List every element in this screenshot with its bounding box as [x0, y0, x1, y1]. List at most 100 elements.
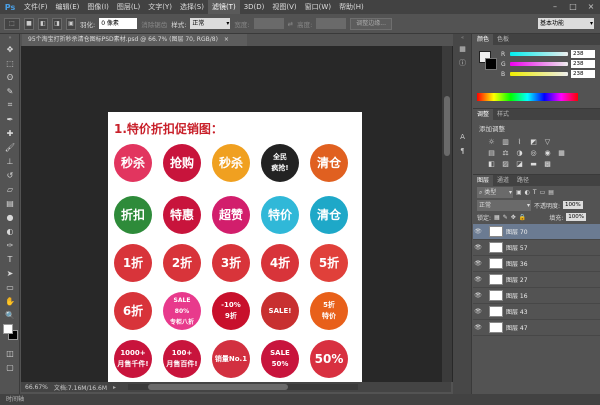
tab-adjustments[interactable]: 调整: [473, 109, 494, 120]
move-tool-icon[interactable]: ✥: [0, 42, 20, 56]
color-lookup-icon[interactable]: ▦: [557, 149, 566, 157]
threshold-icon[interactable]: ◪: [515, 160, 524, 168]
tab-paths[interactable]: 路径: [513, 175, 533, 186]
properties-panel-icon[interactable]: ⓘ: [453, 56, 472, 70]
hue-saturation-icon[interactable]: ▤: [487, 149, 496, 157]
shape-tool-icon[interactable]: ▭: [0, 280, 20, 294]
selective-color-icon[interactable]: ▩: [543, 160, 552, 168]
visibility-eye-icon[interactable]: 👁: [473, 260, 483, 267]
eraser-tool-icon[interactable]: ▱: [0, 182, 20, 196]
pen-tool-icon[interactable]: ✑: [0, 238, 20, 252]
visibility-eye-icon[interactable]: 👁: [473, 292, 483, 299]
menu-item[interactable]: 窗口(W): [301, 0, 335, 14]
minimize-button[interactable]: –: [548, 1, 562, 12]
red-value-input[interactable]: 238: [571, 50, 595, 58]
layer-row[interactable]: 👁 图层 43: [473, 304, 600, 320]
close-button[interactable]: ×: [584, 1, 598, 12]
swap-icon[interactable]: ⇄: [288, 20, 293, 28]
subtract-selection-icon[interactable]: ◨: [52, 17, 62, 30]
path-select-tool-icon[interactable]: ➤: [0, 266, 20, 280]
vibrance-icon[interactable]: ▽: [543, 138, 552, 146]
maximize-button[interactable]: □: [566, 1, 580, 12]
new-selection-icon[interactable]: ■: [24, 17, 34, 30]
screen-mode-icon[interactable]: ▢: [0, 360, 20, 374]
invert-icon[interactable]: ◧: [487, 160, 496, 168]
hand-tool-icon[interactable]: ✋: [0, 294, 20, 308]
clone-stamp-tool-icon[interactable]: ⊥: [0, 154, 20, 168]
tab-color[interactable]: 颜色: [473, 34, 494, 45]
red-slider[interactable]: [510, 52, 568, 56]
tab-layers[interactable]: 图层: [473, 175, 494, 186]
green-value-input[interactable]: 238: [571, 60, 595, 68]
antialias-checkbox[interactable]: 消除锯齿: [141, 19, 167, 29]
filter-type-icon[interactable]: T: [533, 189, 537, 196]
filter-adjust-icon[interactable]: ◐: [525, 189, 530, 196]
gradient-tool-icon[interactable]: ▤: [0, 196, 20, 210]
menu-item[interactable]: 视图(V): [268, 0, 300, 14]
width-input[interactable]: [253, 18, 284, 29]
document-canvas[interactable]: 1.特价折扣促销图： 秒杀 抢购 秒杀 全民 疯抢! 清仓 折扣 特惠 超赞 特价 清仓 1折 2折 3…: [108, 112, 362, 386]
tab-styles[interactable]: 样式: [493, 109, 513, 120]
strip-collapse-icon[interactable]: «: [453, 34, 472, 42]
dodge-tool-icon[interactable]: ◐: [0, 224, 20, 238]
document-tab-close-icon[interactable]: ×: [224, 36, 229, 43]
menu-item[interactable]: 文件(F): [20, 0, 52, 14]
lasso-tool-icon[interactable]: ʘ: [0, 70, 20, 84]
zoom-level[interactable]: 66.67%: [25, 384, 48, 391]
intersect-selection-icon[interactable]: ▣: [66, 17, 76, 30]
tab-swatches[interactable]: 色板: [493, 34, 513, 45]
style-select[interactable]: 正常: [190, 18, 231, 29]
color-balance-icon[interactable]: ⚖: [501, 149, 510, 157]
height-input[interactable]: [316, 18, 347, 29]
exposure-icon[interactable]: ◩: [529, 138, 538, 146]
lock-all-icon[interactable]: 🔒: [519, 214, 526, 221]
brush-tool-icon[interactable]: 🖌: [0, 140, 20, 154]
blue-value-input[interactable]: 238: [571, 70, 595, 78]
visibility-eye-icon[interactable]: 👁: [473, 276, 483, 283]
refine-edge-button[interactable]: 调整边缘...: [350, 17, 392, 30]
visibility-eye-icon[interactable]: 👁: [473, 228, 483, 235]
levels-icon[interactable]: ▥: [501, 138, 510, 146]
add-selection-icon[interactable]: ◧: [38, 17, 48, 30]
workspace-select[interactable]: 基本功能: [538, 18, 594, 29]
menu-item[interactable]: 文字(Y): [144, 0, 176, 14]
layer-row[interactable]: 👁 图层 47: [473, 320, 600, 336]
layer-kind-select[interactable]: ⌕ 类型: [477, 187, 513, 198]
lock-pixels-icon[interactable]: ▦: [494, 214, 500, 221]
menu-item[interactable]: 滤镜(T): [207, 0, 240, 14]
character-panel-icon[interactable]: A: [453, 130, 472, 144]
layer-row[interactable]: 👁 图层 36: [473, 256, 600, 272]
layer-row[interactable]: 👁 图层 70: [473, 224, 600, 240]
curves-icon[interactable]: ⌇: [515, 138, 524, 146]
document-tab[interactable]: 95个淘宝打折秒杀清仓图标PSD素材.psd @ 66.7% (图层 70, R…: [22, 34, 247, 46]
horizontal-scrollbar[interactable]: [128, 384, 359, 390]
black-white-icon[interactable]: ◑: [515, 149, 524, 157]
layer-row[interactable]: 👁 图层 57: [473, 240, 600, 256]
lock-position-icon[interactable]: ✥: [511, 214, 516, 221]
history-brush-tool-icon[interactable]: ↺: [0, 168, 20, 182]
brightness-icon[interactable]: ☼: [487, 138, 496, 146]
crop-tool-icon[interactable]: ⌗: [0, 98, 20, 112]
filter-smart-icon[interactable]: ▤: [548, 189, 554, 196]
healing-brush-tool-icon[interactable]: ✚: [0, 126, 20, 140]
marquee-tool-icon[interactable]: ⬚: [4, 17, 20, 30]
opacity-input[interactable]: 100%: [563, 201, 584, 209]
menu-item[interactable]: 选择(S): [176, 0, 208, 14]
toolbox-collapse-icon[interactable]: »: [0, 34, 20, 42]
doc-size[interactable]: 文档:7.16M/16.6M: [54, 383, 107, 392]
visibility-eye-icon[interactable]: 👁: [473, 324, 483, 331]
quick-select-tool-icon[interactable]: ✎: [0, 84, 20, 98]
eyedropper-tool-icon[interactable]: ✒: [0, 112, 20, 126]
menu-item[interactable]: 帮助(H): [335, 0, 368, 14]
channel-mixer-icon[interactable]: ◉: [543, 149, 552, 157]
lock-paint-icon[interactable]: ✎: [503, 214, 508, 221]
menu-item[interactable]: 图层(L): [113, 0, 144, 14]
color-swatches[interactable]: [0, 322, 20, 346]
feather-input[interactable]: 0 像素: [99, 18, 138, 29]
paragraph-panel-icon[interactable]: ¶: [453, 144, 472, 158]
layer-row[interactable]: 👁 图层 16: [473, 288, 600, 304]
status-menu-icon[interactable]: ▸: [113, 384, 116, 391]
photo-filter-icon[interactable]: ◎: [529, 149, 538, 157]
timeline-label[interactable]: 时间轴: [6, 396, 24, 403]
visibility-eye-icon[interactable]: 👁: [473, 244, 483, 251]
